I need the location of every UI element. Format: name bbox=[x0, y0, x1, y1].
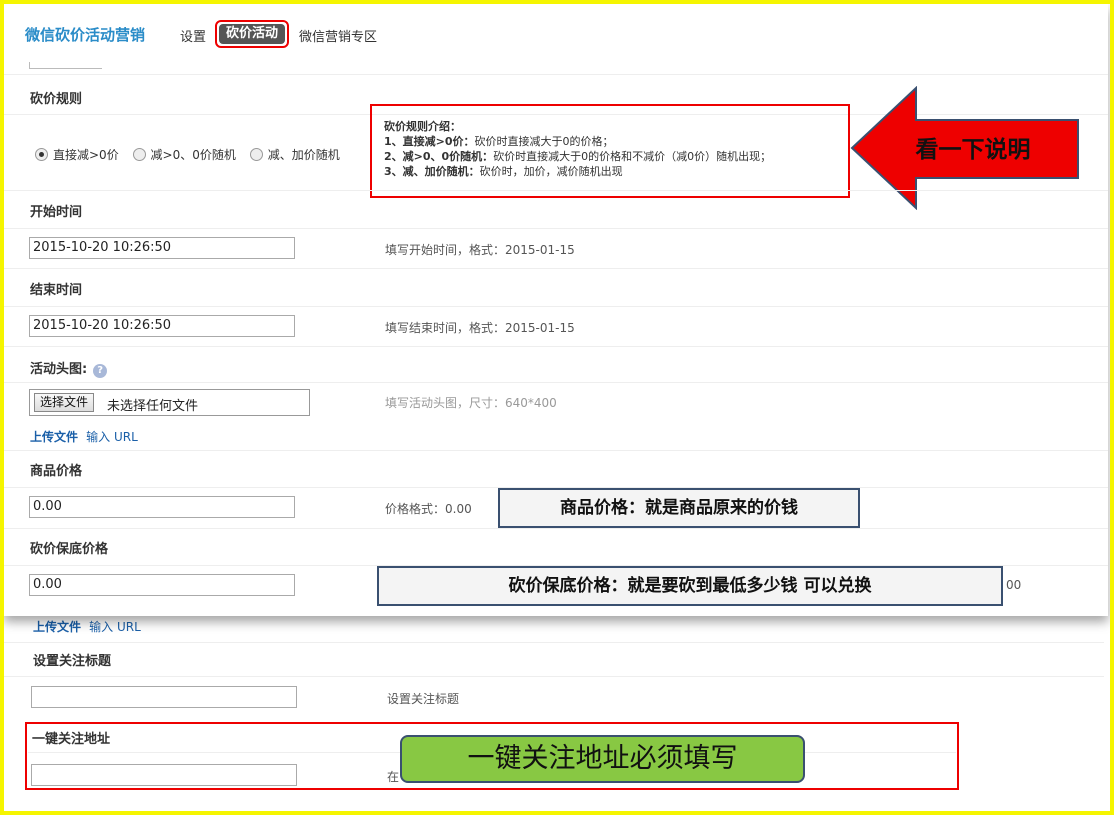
end-time-label: 结束时间 bbox=[30, 283, 83, 298]
upload-links: 上传文件 输入 URL bbox=[33, 618, 141, 635]
header-image-label: 活动头图:? bbox=[30, 358, 108, 378]
choose-file-button[interactable]: 选择文件 bbox=[34, 393, 95, 412]
follow-url-callout: 一键关注地址必须填写 bbox=[400, 735, 805, 783]
floor-price-label: 砍价保底价格 bbox=[30, 542, 109, 557]
price-label: 商品价格 bbox=[30, 464, 83, 479]
lower-panel: 上传文件 输入 URL 设置关注标题 设置关注标题 一键关注地址 在 一键关注地… bbox=[4, 614, 1110, 811]
price-callout: 商品价格：就是商品原来的价钱 bbox=[498, 488, 860, 528]
rules-radio-group: 直接减>0价 减>0、0价随机 减、加价随机 bbox=[35, 146, 340, 163]
divider bbox=[4, 190, 1108, 191]
follow-url-hint: 在 bbox=[387, 770, 400, 784]
end-time-hint: 填写结束时间，格式：2015-01-15 bbox=[385, 321, 575, 335]
divider bbox=[4, 228, 1108, 229]
divider bbox=[4, 450, 1108, 451]
radio-direct-minus[interactable]: 直接减>0价 bbox=[35, 148, 119, 162]
page-title: 微信砍价活动营销 bbox=[25, 26, 146, 44]
radio-minus-zero-random[interactable]: 减>0、0价随机 bbox=[132, 148, 236, 162]
follow-title-input[interactable] bbox=[31, 686, 297, 708]
follow-url-input[interactable] bbox=[31, 764, 297, 786]
radio-icon bbox=[132, 148, 146, 161]
follow-url-label: 一键关注地址 bbox=[32, 732, 111, 747]
tab-wechat-zone[interactable]: 微信营销专区 bbox=[299, 26, 377, 45]
rules-intro-title: 砍价规则介绍： bbox=[384, 120, 461, 133]
tab-bargain-label: 砍价活动 bbox=[219, 24, 285, 44]
file-input[interactable]: 选择文件 未选择任何文件 bbox=[29, 389, 310, 416]
divider bbox=[4, 642, 1104, 643]
upload-file-link[interactable]: 上传文件 bbox=[33, 620, 81, 634]
rules-intro-item: 3、减、加价随机：砍价时，加价，减价随机出现 bbox=[384, 165, 623, 178]
truncated-input bbox=[29, 62, 102, 69]
start-time-label: 开始时间 bbox=[30, 205, 83, 220]
floor-price-hint-tail: 00 bbox=[1006, 578, 1022, 592]
radio-icon bbox=[249, 148, 263, 161]
rules-label: 砍价规则 bbox=[30, 92, 83, 107]
rules-intro-box: 砍价规则介绍： 1、直接减>0价：砍价时直接减大于0的价格； 2、减>0、0价随… bbox=[370, 104, 850, 198]
divider bbox=[4, 382, 1108, 383]
price-hint: 价格格式：0.00 bbox=[385, 502, 472, 516]
rules-intro-item: 2、减>0、0价随机：砍价时直接减大于0的价格和不减价（减0价）随机出现； bbox=[384, 150, 772, 163]
rules-intro-item: 1、直接减>0价：砍价时直接减大于0的价格； bbox=[384, 135, 614, 148]
radio-minus-plus-random[interactable]: 减、加价随机 bbox=[249, 148, 340, 162]
divider bbox=[4, 74, 1108, 75]
end-time-input[interactable]: 2015-10-20 10:26:50 bbox=[29, 315, 295, 337]
no-file-text: 未选择任何文件 bbox=[107, 399, 199, 414]
tab-settings[interactable]: 设置 bbox=[180, 26, 206, 45]
input-url-link[interactable]: 输入 URL bbox=[86, 430, 138, 444]
divider bbox=[4, 676, 1104, 677]
tab-bargain-active[interactable]: 砍价活动 bbox=[215, 20, 289, 48]
upload-file-link[interactable]: 上传文件 bbox=[30, 430, 78, 444]
input-url-link[interactable]: 输入 URL bbox=[89, 620, 141, 634]
header-image-hint: 填写活动头图，尺寸：640*400 bbox=[385, 396, 557, 410]
arrow-callout-text: 看一下说明 bbox=[915, 136, 1031, 163]
follow-title-hint: 设置关注标题 bbox=[387, 692, 460, 706]
divider bbox=[4, 306, 1108, 307]
price-input[interactable]: 0.00 bbox=[29, 496, 295, 518]
divider bbox=[4, 528, 1108, 529]
floor-price-input[interactable]: 0.00 bbox=[29, 574, 295, 596]
radio-checked-icon bbox=[35, 148, 48, 161]
start-time-hint: 填写开始时间，格式：2015-01-15 bbox=[385, 243, 575, 257]
help-icon[interactable]: ? bbox=[93, 364, 108, 378]
start-time-input[interactable]: 2015-10-20 10:26:50 bbox=[29, 237, 295, 259]
divider bbox=[4, 268, 1108, 269]
upload-links: 上传文件 输入 URL bbox=[30, 428, 138, 445]
floor-price-callout: 砍价保底价格：就是要砍到最低多少钱 可以兑换 bbox=[377, 566, 1003, 606]
divider bbox=[4, 346, 1108, 347]
follow-title-label: 设置关注标题 bbox=[33, 654, 112, 669]
main-panel: 微信砍价活动营销 设置 砍价活动 微信营销专区 砍价规则 直接减>0价 减>0、… bbox=[4, 4, 1108, 616]
